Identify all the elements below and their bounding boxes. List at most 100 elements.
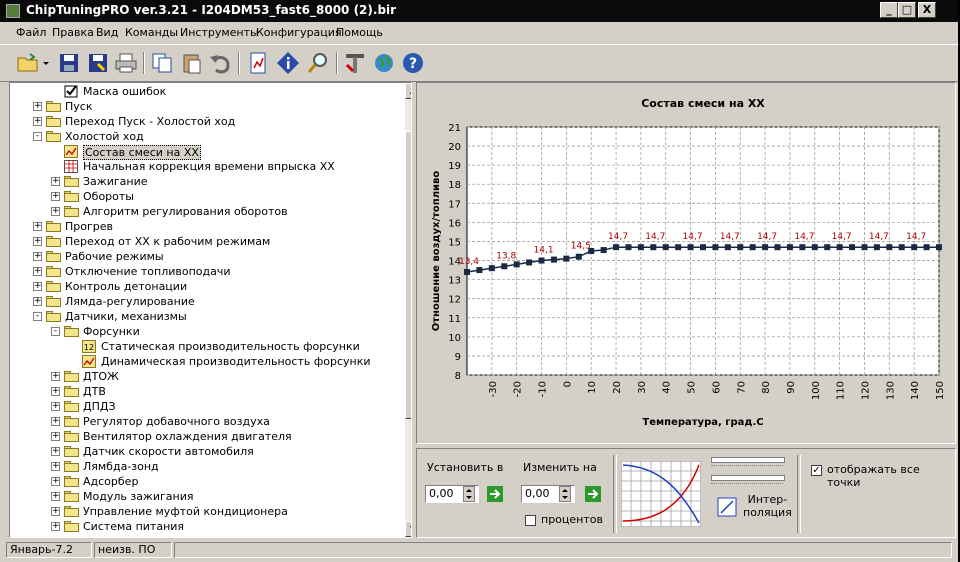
collapse-icon[interactable]: - [33, 312, 42, 321]
undo-icon[interactable] [208, 51, 232, 75]
help-icon[interactable]: ? [401, 51, 425, 75]
tools-icon[interactable] [343, 51, 367, 75]
air-fuel-chart[interactable]: 89101112131415161718192021-30 -20 -10 0 10 20… [417, 83, 955, 443]
menu-config[interactable]: Конфигурация [256, 26, 342, 39]
tree-item-label: Отключение топливоподачи [65, 265, 231, 278]
expand-icon[interactable]: + [33, 222, 42, 231]
x-tick-label: 50 [687, 381, 698, 394]
copy-icon[interactable] [150, 51, 174, 75]
close-button[interactable]: X [918, 2, 936, 18]
chart-icon [64, 145, 78, 158]
tree-item-label: Контроль детонации [65, 280, 188, 293]
y-tick-label: 16 [448, 218, 461, 229]
chart-panel: 8 9 10 11 12 13 14 15 16 17 18 19 20 21 -30 -20 -10 0 10 20… [416, 82, 956, 444]
expand-icon[interactable]: + [51, 477, 60, 486]
y-tick-label: 17 [448, 199, 461, 210]
expand-icon[interactable]: + [33, 102, 42, 111]
tree-item-label: ДПДЗ [83, 400, 116, 413]
app-icon [6, 4, 20, 18]
print-icon[interactable] [114, 51, 138, 75]
x-tick-label: -20 [513, 381, 524, 397]
folder-icon [64, 416, 79, 427]
expand-icon[interactable]: + [51, 402, 60, 411]
expand-icon[interactable]: + [51, 207, 60, 216]
folder-icon [46, 116, 61, 127]
apply-change-arrow-icon[interactable] [585, 486, 601, 502]
data-point [799, 244, 806, 251]
folder-icon [64, 491, 79, 502]
data-point [625, 244, 632, 251]
data-point [650, 244, 657, 251]
collapse-icon[interactable]: - [33, 132, 42, 141]
curve-preview-icon[interactable] [621, 461, 701, 527]
menu-tools[interactable]: Инструменты [180, 26, 259, 39]
expand-icon[interactable]: + [33, 252, 42, 261]
data-point [563, 255, 570, 262]
expand-icon[interactable]: + [33, 267, 42, 276]
expand-icon[interactable]: + [33, 117, 42, 126]
open-folder-icon[interactable] [16, 51, 40, 75]
expand-icon[interactable]: + [33, 237, 42, 246]
expand-icon[interactable]: + [51, 432, 60, 441]
expand-icon[interactable]: + [51, 507, 60, 516]
data-point [836, 244, 843, 251]
x-axis-label: Температура, град.С [642, 417, 763, 428]
expand-icon[interactable]: + [51, 417, 60, 426]
slider-track-1[interactable] [711, 457, 785, 463]
expand-icon[interactable]: + [51, 192, 60, 201]
scroll-thumb[interactable] [405, 131, 411, 419]
globe-icon[interactable] [372, 51, 396, 75]
expand-icon[interactable]: + [33, 282, 42, 291]
document-icon[interactable] [246, 51, 270, 75]
status-bar: Январь-7.2 неизв. ПО [0, 540, 958, 562]
save-icon[interactable] [57, 51, 81, 75]
expand-icon[interactable]: + [33, 297, 42, 306]
percent-checkbox[interactable] [525, 515, 536, 526]
expand-icon[interactable]: + [51, 447, 60, 456]
show-all-points-label: отображать все точки [827, 463, 920, 489]
tree-scrollbar[interactable]: ▲ ▼ [405, 83, 411, 537]
menu-edit[interactable]: Правка [52, 26, 94, 39]
chevron-down-icon[interactable] [41, 51, 51, 75]
slider-track-2[interactable] [711, 475, 785, 481]
scroll-up-button[interactable]: ▲ [405, 83, 411, 99]
paste-icon[interactable] [180, 51, 204, 75]
title-bar[interactable]: ChipTuningPRO ver.3.21 - I204DM53_fast6_… [0, 0, 958, 22]
data-point [749, 244, 756, 251]
expand-icon[interactable]: + [51, 177, 60, 186]
expand-icon[interactable]: + [51, 522, 60, 531]
expand-icon[interactable]: + [51, 462, 60, 471]
tree-item-label: Начальная коррекция времени впрыска ХХ [83, 160, 335, 173]
scroll-down-button[interactable]: ▼ [405, 521, 411, 537]
search-icon[interactable] [306, 51, 330, 75]
x-tick-label: 140 [910, 381, 921, 400]
menu-help[interactable]: Помощь [336, 26, 383, 39]
change-by-spinner[interactable] [559, 486, 571, 502]
collapse-icon[interactable]: - [51, 327, 60, 336]
data-point [637, 244, 644, 251]
set-to-spinner[interactable] [463, 486, 475, 502]
show-all-points-checkbox[interactable]: ✓ [811, 465, 822, 476]
minimize-button[interactable]: _ [880, 2, 898, 18]
info-icon[interactable] [276, 51, 300, 75]
data-point [898, 244, 905, 251]
menu-commands[interactable]: Команды [125, 26, 178, 39]
expand-icon[interactable]: + [51, 492, 60, 501]
apply-set-arrow-icon[interactable] [487, 486, 503, 502]
expand-icon[interactable]: + [51, 372, 60, 381]
folder-icon [46, 266, 61, 277]
folder-icon [64, 176, 79, 187]
tree-item-label: Динамическая производительность форсунки [101, 355, 371, 368]
menu-view[interactable]: Вид [96, 26, 118, 39]
slider-ticks-1 [711, 465, 783, 468]
folder-icon [46, 236, 61, 247]
interpolation-icon[interactable] [717, 497, 737, 517]
menu-file[interactable]: Файл [16, 26, 46, 39]
data-label: 14,7 [757, 232, 777, 242]
save-as-icon[interactable] [86, 51, 110, 75]
tree-view[interactable]: Маска ошибок + Пуск + Переход Пуск - Холосто… [9, 82, 412, 538]
expand-icon[interactable]: + [51, 387, 60, 396]
tree-item-label: Переход от ХХ к рабочим режимам [65, 235, 271, 248]
tree-item-label: Управление муфтой кондиционера [83, 505, 288, 518]
maximize-button[interactable]: □ [898, 2, 916, 18]
